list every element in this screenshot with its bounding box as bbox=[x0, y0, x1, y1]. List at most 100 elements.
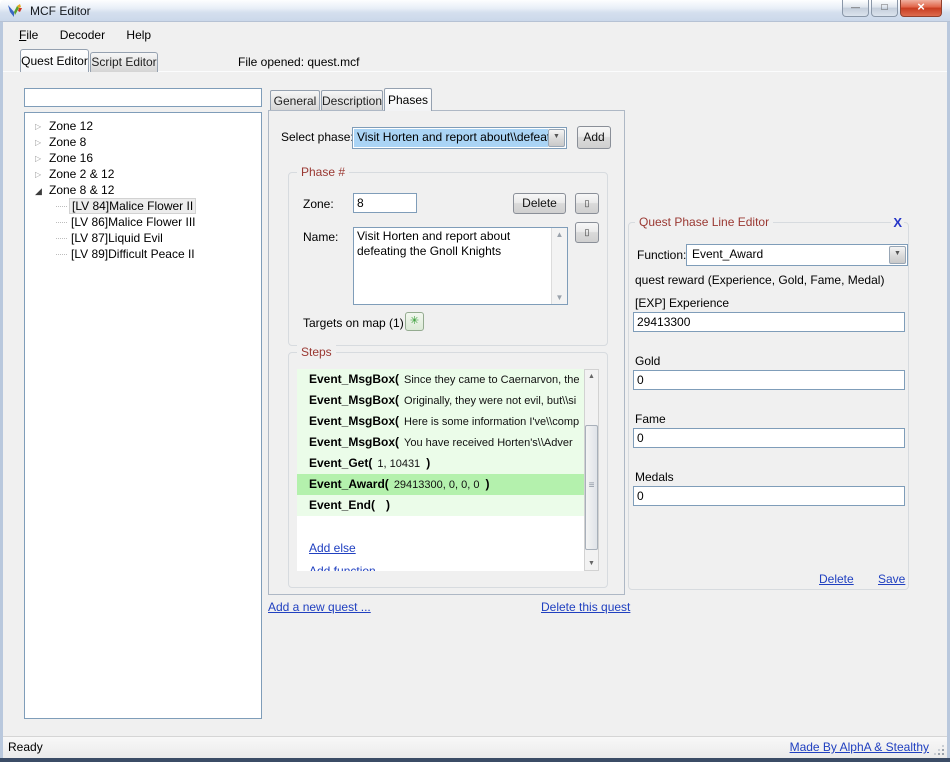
expander-icon[interactable]: ▷ bbox=[35, 151, 47, 167]
chevron-down-icon[interactable]: ▼ bbox=[889, 246, 906, 264]
maximize-button[interactable]: □ bbox=[871, 0, 898, 17]
tab-general[interactable]: General bbox=[270, 90, 320, 111]
maximize-icon: □ bbox=[881, 2, 887, 13]
gold-field[interactable] bbox=[633, 370, 905, 390]
add-new-quest-link[interactable]: Add a new quest ... bbox=[268, 600, 371, 614]
move-down-button[interactable]: ▯ bbox=[575, 222, 599, 243]
step-row[interactable]: Event_MsgBox(Here is some information I'… bbox=[297, 411, 584, 432]
select-phase-label: Select phase: bbox=[281, 126, 354, 148]
window-border-bottom bbox=[0, 758, 950, 762]
expander-icon[interactable]: ◢ bbox=[35, 183, 47, 199]
name-scrollbar[interactable]: ▲ ▼ bbox=[551, 228, 567, 304]
delete-phase-button[interactable]: Delete bbox=[513, 193, 566, 214]
editor-delete-link[interactable]: Delete bbox=[819, 572, 854, 586]
experience-field[interactable] bbox=[633, 312, 905, 332]
tab-description[interactable]: Description bbox=[321, 90, 383, 111]
tab-quest-editor[interactable]: Quest Editor bbox=[20, 49, 89, 72]
targets-on-map-button[interactable]: ✳ bbox=[405, 312, 424, 331]
tree-item-lv84[interactable]: [LV 84]Malice Flower II bbox=[25, 198, 261, 214]
menu-decoder[interactable]: Decoder bbox=[51, 24, 114, 46]
expander-icon[interactable]: ▷ bbox=[35, 119, 47, 135]
minimize-button[interactable]: — bbox=[842, 0, 869, 17]
tree-connector bbox=[56, 222, 67, 223]
function-combo-value[interactable]: Event_Award bbox=[688, 246, 889, 264]
close-button[interactable]: × bbox=[900, 0, 942, 17]
fame-field[interactable] bbox=[633, 428, 905, 448]
status-text: Ready bbox=[8, 737, 43, 758]
scroll-up-icon[interactable]: ▲ bbox=[585, 373, 598, 380]
tree-connector bbox=[56, 254, 67, 255]
file-opened-label: File opened: quest.mcf bbox=[238, 55, 359, 69]
tree-item-lv86[interactable]: [LV 86]Malice Flower III bbox=[25, 214, 261, 230]
tree-connector bbox=[56, 206, 67, 207]
step-row[interactable]: Event_End() bbox=[297, 495, 584, 516]
function-description: quest reward (Experience, Gold, Fame, Me… bbox=[635, 273, 884, 287]
function-label: Function: bbox=[637, 248, 686, 262]
tab-script-editor[interactable]: Script Editor bbox=[90, 52, 158, 72]
experience-label: [EXP] Experience bbox=[635, 296, 729, 310]
tree-item-lv87[interactable]: [LV 87]Liquid Evil bbox=[25, 230, 261, 246]
tree-item-lv89[interactable]: [LV 89]Difficult Peace II bbox=[25, 246, 261, 262]
add-else-link[interactable]: Add else bbox=[309, 541, 356, 555]
steps-groupbox: Steps Event_MsgBox(Since they came to Ca… bbox=[288, 352, 608, 588]
editor-close-icon[interactable]: X bbox=[891, 215, 904, 230]
add-phase-button[interactable]: Add bbox=[577, 126, 611, 149]
tab-phases[interactable]: Phases bbox=[384, 88, 432, 111]
scrollbar-thumb[interactable]: ≡ bbox=[585, 425, 598, 550]
line-editor-title: Quest Phase Line Editor bbox=[635, 215, 773, 229]
close-icon: × bbox=[917, 0, 925, 14]
targets-icon: ✳ bbox=[410, 315, 419, 327]
steps-scrollbar[interactable]: ▲ ≡ ▼ bbox=[584, 369, 599, 571]
zone-field[interactable] bbox=[353, 193, 417, 213]
move-up-button[interactable]: ▯ bbox=[575, 193, 599, 214]
medals-field[interactable] bbox=[633, 486, 905, 506]
zone-label: Zone: bbox=[303, 197, 334, 211]
tree-item-zone8[interactable]: ▷Zone 8 bbox=[25, 134, 261, 150]
tree-item-zone8-12[interactable]: ◢Zone 8 & 12 bbox=[25, 182, 261, 198]
targets-label: Targets on map (1) bbox=[303, 316, 404, 330]
resize-grip[interactable] bbox=[942, 753, 944, 755]
step-row[interactable]: Event_MsgBox(You have received Horten's\… bbox=[297, 432, 584, 453]
phase-combo-value[interactable]: Visit Horten and report about\\defeating bbox=[354, 129, 548, 147]
menu-file[interactable]: File bbox=[10, 24, 47, 46]
function-combobox[interactable]: Event_Award ▼ bbox=[686, 244, 908, 266]
expander-icon[interactable]: ▷ bbox=[35, 135, 47, 151]
delete-this-quest-link[interactable]: Delete this quest bbox=[541, 600, 630, 614]
menu-help[interactable]: Help bbox=[117, 24, 160, 46]
chevron-down-icon[interactable]: ▼ bbox=[548, 129, 565, 147]
phase-select-combobox[interactable]: Visit Horten and report about\\defeating… bbox=[352, 127, 567, 149]
app-window: MCF Editor — □ × File Decoder Help Quest… bbox=[0, 0, 950, 762]
window-border-left bbox=[0, 22, 3, 762]
phase-groupbox-title: Phase # bbox=[297, 165, 349, 179]
step-row[interactable]: Event_MsgBox(Since they came to Caernarv… bbox=[297, 369, 584, 390]
phase-name-field[interactable]: Visit Horten and report about defeating … bbox=[353, 227, 568, 305]
minimize-icon: — bbox=[851, 2, 860, 12]
quest-tree[interactable]: ▷Zone 12 ▷Zone 8 ▷Zone 16 ▷Zone 2 & 12 ◢… bbox=[24, 112, 262, 719]
scroll-grip-icon: ≡ bbox=[586, 480, 597, 491]
step-row-selected[interactable]: Event_Award(29413300, 0, 0, 0) bbox=[297, 474, 584, 495]
editor-save-link[interactable]: Save bbox=[878, 572, 905, 586]
tree-item-zone12[interactable]: ▷Zone 12 bbox=[25, 118, 261, 134]
tree-connector bbox=[56, 238, 67, 239]
search-input[interactable] bbox=[24, 88, 262, 107]
tree-item-zone16[interactable]: ▷Zone 16 bbox=[25, 150, 261, 166]
phase-groupbox: Phase # Zone: Delete ▯ ▯ Name: Visit Hor… bbox=[288, 172, 608, 346]
status-bar: Ready Made By AlphA & Stealthy bbox=[3, 736, 947, 758]
tree-item-zone2-12[interactable]: ▷Zone 2 & 12 bbox=[25, 166, 261, 182]
credits-link[interactable]: Made By AlphA & Stealthy bbox=[790, 737, 929, 758]
steps-list[interactable]: Event_MsgBox(Since they came to Caernarv… bbox=[297, 369, 584, 571]
menu-bar: File Decoder Help bbox=[10, 24, 160, 46]
step-row[interactable]: Event_Get(1, 10431) bbox=[297, 453, 584, 474]
scroll-down-icon[interactable]: ▼ bbox=[552, 293, 567, 302]
add-function-link[interactable]: Add function bbox=[309, 564, 376, 571]
scroll-up-icon[interactable]: ▲ bbox=[552, 230, 567, 239]
window-title: MCF Editor bbox=[30, 0, 91, 22]
scroll-down-icon[interactable]: ▼ bbox=[585, 560, 598, 567]
title-bar[interactable]: MCF Editor — □ × bbox=[0, 0, 950, 22]
steps-groupbox-title: Steps bbox=[297, 345, 336, 359]
expander-icon[interactable]: ▷ bbox=[35, 167, 47, 183]
app-icon bbox=[7, 3, 23, 19]
step-row[interactable]: Event_MsgBox(Originally, they were not e… bbox=[297, 390, 584, 411]
fame-label: Fame bbox=[635, 412, 666, 426]
line-editor-groupbox: Quest Phase Line Editor X Function: Even… bbox=[628, 222, 909, 590]
